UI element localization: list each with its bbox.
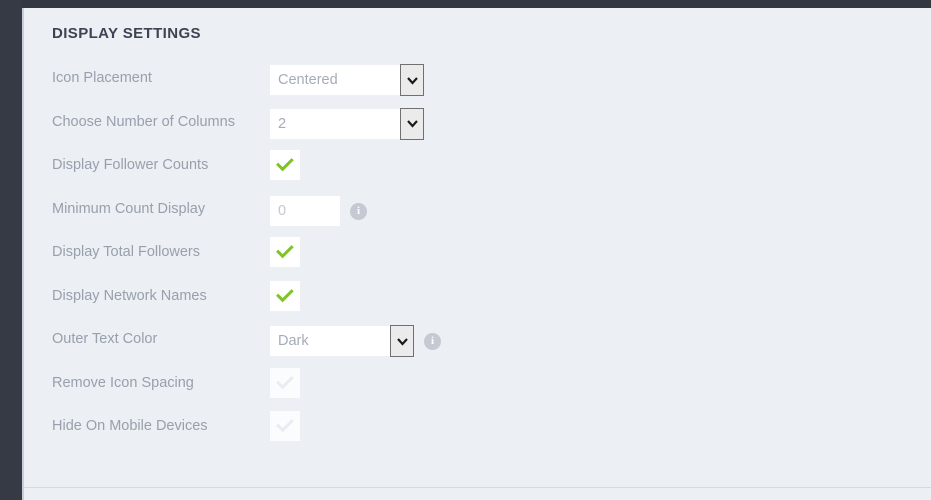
check-icon: [276, 158, 294, 172]
setting-control-display-follower-counts: [270, 147, 300, 180]
setting-label-remove-icon-spacing: Remove Icon Spacing: [52, 374, 194, 391]
select-value-icon-placement: Centered: [278, 72, 338, 88]
display-settings-panel: DISPLAY SETTINGS Icon Placement Centered C…: [24, 8, 931, 488]
setting-label-display-network-names: Display Network Names: [52, 287, 207, 304]
chevron-down-icon[interactable]: [400, 107, 424, 140]
setting-control-minimum-count-display: i: [270, 191, 367, 226]
checkbox-display-network-names[interactable]: [270, 280, 300, 311]
chevron-down-icon[interactable]: [390, 325, 414, 357]
setting-control-icon-placement: Centered: [270, 60, 424, 96]
select-outer-text-color[interactable]: Dark: [270, 325, 414, 357]
setting-row-choose-number-of-columns: Choose Number of Columns 2: [24, 104, 931, 148]
app-root: DISPLAY SETTINGS Icon Placement Centered C…: [0, 0, 931, 500]
info-icon-minimum-count-display[interactable]: i: [350, 202, 367, 220]
info-icon-outer-text-color[interactable]: i: [424, 333, 441, 350]
setting-label-minimum-count-display: Minimum Count Display: [52, 200, 206, 217]
check-icon: [276, 375, 294, 389]
setting-row-display-network-names: Display Network Names: [24, 278, 931, 322]
select-value-outer-text-color: Dark: [278, 333, 309, 349]
select-value-choose-number-of-columns: 2: [278, 115, 287, 132]
check-icon: [276, 288, 294, 302]
check-icon: [276, 245, 294, 259]
check-icon: [276, 419, 294, 433]
panel-title: DISPLAY SETTINGS: [52, 25, 201, 42]
setting-label-choose-number-of-columns: Choose Number of Columns: [52, 113, 235, 130]
select-icon-placement[interactable]: Centered: [270, 64, 424, 96]
setting-row-display-follower-counts: Display Follower Counts: [24, 147, 931, 191]
setting-row-hide-on-mobile-devices: Hide On Mobile Devices: [24, 408, 931, 452]
setting-label-display-total-followers: Display Total Followers: [52, 244, 201, 260]
setting-row-outer-text-color: Outer Text Color Dark i: [24, 321, 931, 365]
admin-top-bar: [0, 0, 931, 8]
setting-row-minimum-count-display: Minimum Count Display i: [24, 191, 931, 235]
setting-label-outer-text-color: Outer Text Color: [52, 331, 158, 347]
chevron-down-icon[interactable]: [400, 64, 424, 96]
checkbox-display-total-followers[interactable]: [270, 237, 300, 267]
setting-label-display-follower-counts: Display Follower Counts: [52, 157, 209, 173]
setting-row-remove-icon-spacing: Remove Icon Spacing: [24, 365, 931, 409]
setting-control-outer-text-color: Dark i: [270, 321, 441, 357]
setting-control-choose-number-of-columns: 2: [270, 104, 424, 140]
setting-control-hide-on-mobile-devices: [270, 408, 300, 441]
setting-control-display-network-names: [270, 278, 300, 311]
setting-control-remove-icon-spacing: [270, 365, 300, 398]
checkbox-hide-on-mobile-devices: [270, 411, 300, 441]
input-minimum-count-display[interactable]: [270, 195, 340, 226]
setting-label-hide-on-mobile-devices: Hide On Mobile Devices: [52, 418, 208, 434]
checkbox-display-follower-counts[interactable]: [270, 150, 300, 180]
admin-sidebar-rail[interactable]: [0, 0, 22, 500]
settings-rows: Icon Placement Centered Choose Number of C…: [24, 60, 931, 452]
setting-row-display-total-followers: Display Total Followers: [24, 234, 931, 278]
setting-control-display-total-followers: [270, 234, 300, 267]
checkbox-remove-icon-spacing: [270, 367, 300, 398]
select-choose-number-of-columns[interactable]: 2: [270, 107, 424, 140]
setting-label-icon-placement: Icon Placement: [52, 70, 152, 86]
setting-row-icon-placement: Icon Placement Centered: [24, 60, 931, 104]
